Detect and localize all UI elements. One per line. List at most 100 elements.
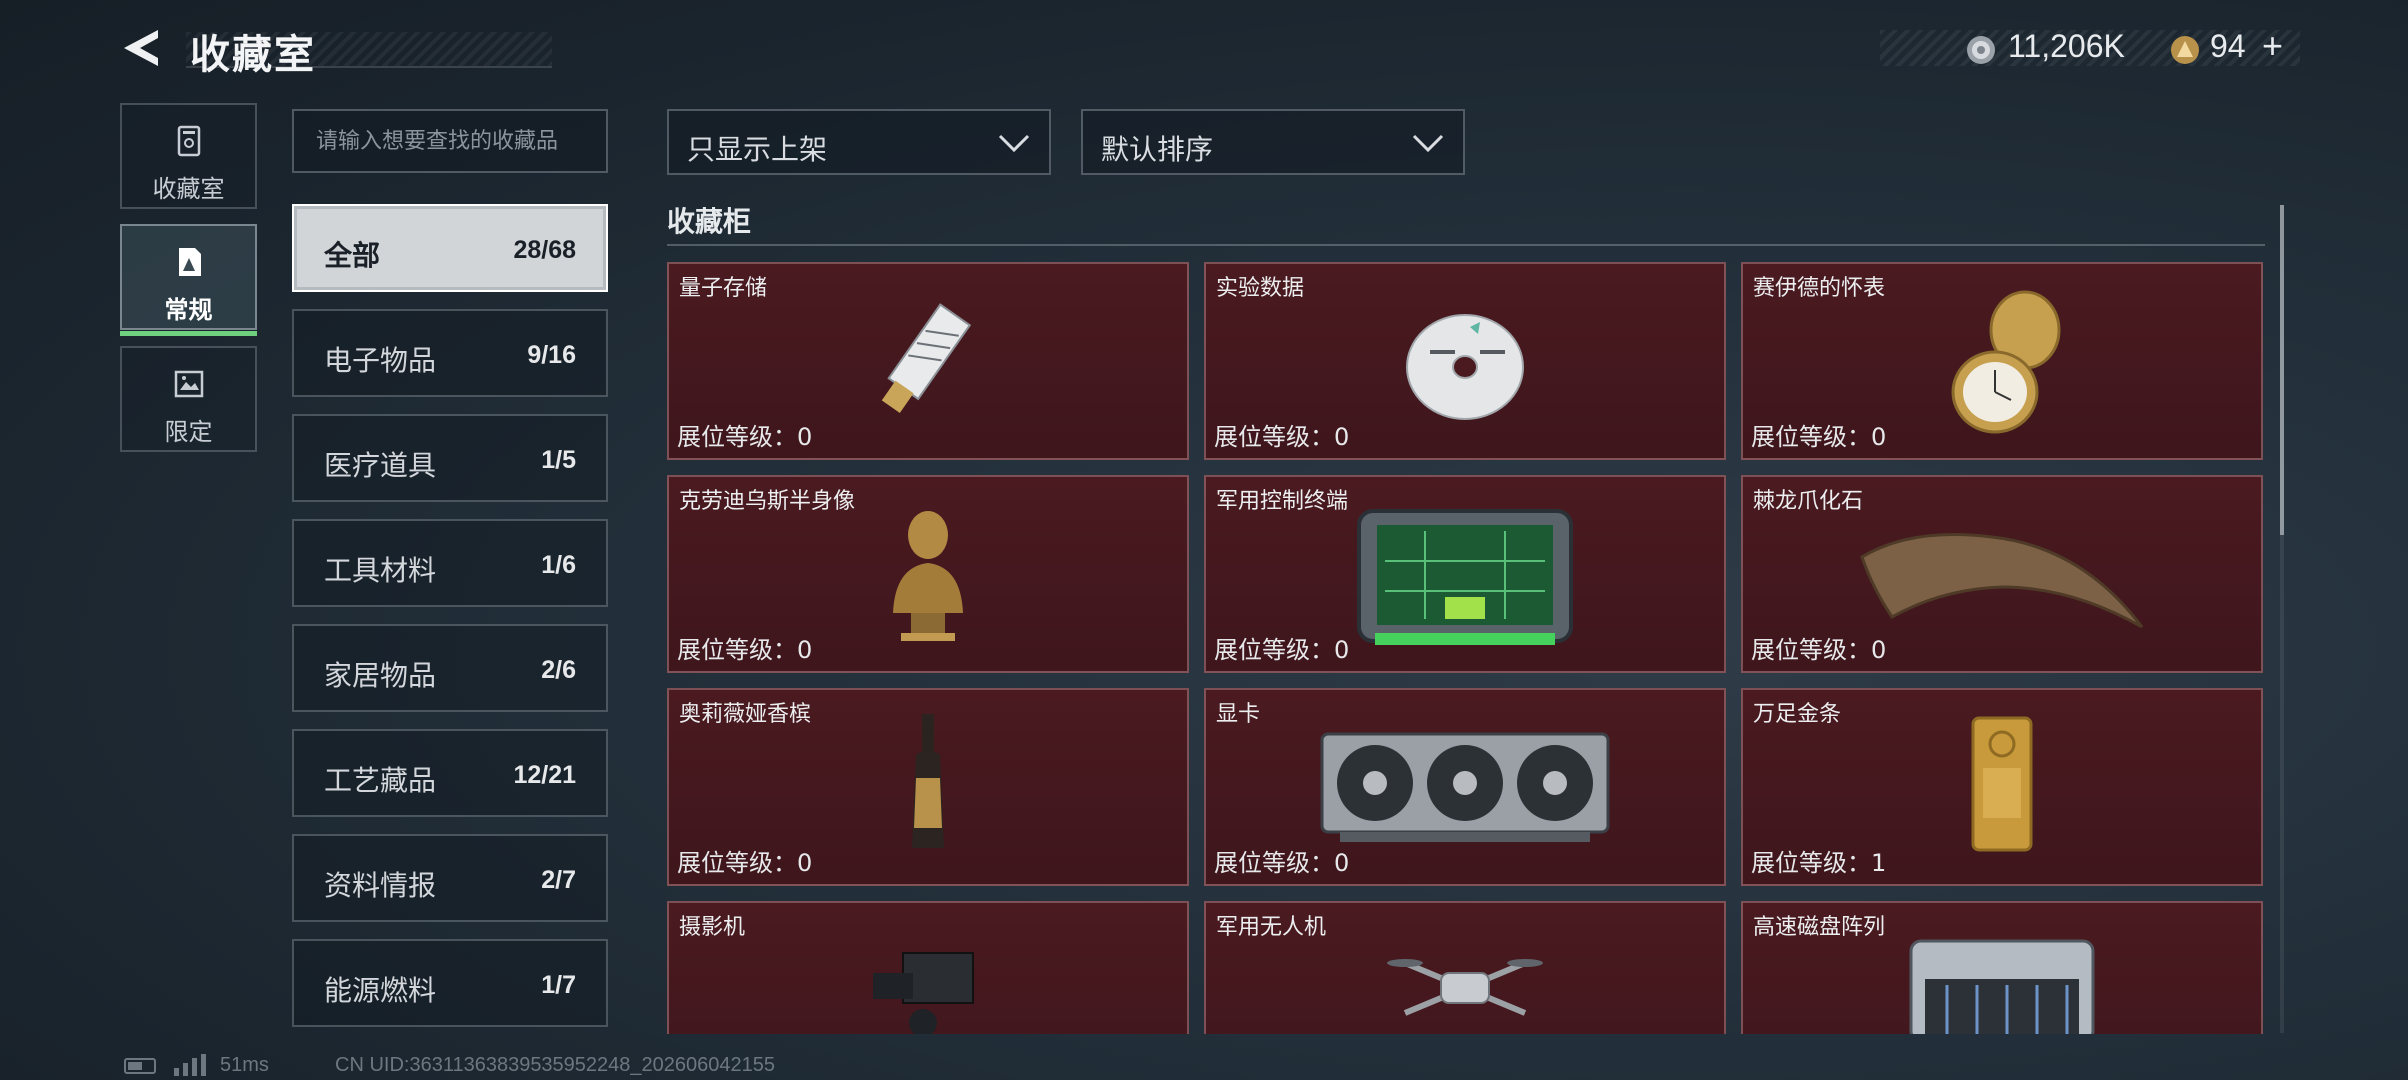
section-divider — [667, 244, 2265, 246]
drone-icon — [1387, 959, 1543, 1016]
level-value: 0 — [1334, 423, 1350, 451]
level-value: 0 — [1334, 849, 1350, 877]
item-card-camera[interactable]: 摄影机 — [667, 901, 1189, 1034]
item-card-military-terminal[interactable]: 军用控制终端 展位等级：0 — [1204, 475, 1726, 673]
category-crafts[interactable]: 工艺藏品 12/21 — [292, 729, 608, 817]
nav-label: 常规 — [164, 296, 213, 324]
category-tools[interactable]: 工具材料 1/6 — [292, 519, 608, 607]
level-prefix: 展位等级： — [1214, 849, 1334, 877]
category-energy[interactable]: 能源燃料 1/7 — [292, 939, 608, 1027]
disc-icon — [1406, 314, 1524, 420]
terminal-icon — [1357, 509, 1573, 645]
uid-text: CN UID:36311363839535952248_202606042155 — [335, 1054, 776, 1076]
display-level: 展位等级：0 — [1214, 417, 1349, 452]
item-card-military-drone[interactable]: 军用无人机 — [1204, 901, 1726, 1034]
category-count: 1/7 — [541, 971, 576, 999]
chevron-down-icon — [1412, 134, 1444, 153]
item-card-quantum-storage[interactable]: 量子存储 展位等级：0 — [667, 262, 1189, 460]
usb-drive-icon — [881, 303, 972, 413]
display-level: 展位等级：0 — [677, 843, 812, 878]
item-name: 奥莉薇娅香槟 — [679, 702, 812, 727]
level-prefix: 展位等级： — [677, 423, 797, 451]
item-name: 量子存储 — [679, 276, 768, 301]
category-medical[interactable]: 医疗道具 1/5 — [292, 414, 608, 502]
category-count: 1/6 — [541, 551, 576, 579]
nav-collection-room[interactable]: 收藏室 — [120, 103, 257, 209]
chevron-down-icon — [998, 134, 1030, 153]
active-indicator — [120, 331, 257, 336]
level-value: 0 — [797, 423, 813, 451]
search-input[interactable] — [294, 111, 606, 171]
category-name: 工艺藏品 — [324, 764, 437, 797]
category-count: 2/6 — [541, 656, 576, 684]
item-card-claudius-bust[interactable]: 克劳迪乌斯半身像 展位等级：0 — [667, 475, 1189, 673]
collection-room-icon — [177, 125, 200, 157]
item-card-pocket-watch[interactable]: 赛伊德的怀表 展位等级：0 — [1741, 262, 2263, 460]
collection-grid: 量子存储 展位等级：0 实验数据 展位等级：0 赛伊德的怀表 展位等级：0 克劳… — [667, 262, 2267, 1034]
ping-value: 51ms — [220, 1054, 269, 1076]
category-intel[interactable]: 资料情报 2/7 — [292, 834, 608, 922]
filter-dropdown[interactable]: 只显示上架 — [667, 109, 1051, 175]
display-level: 展位等级：0 — [677, 630, 812, 665]
category-count: 12/21 — [513, 761, 576, 789]
level-value: 0 — [797, 636, 813, 664]
display-level: 展位等级：0 — [1751, 417, 1886, 452]
gold-currency-value: 94 — [2210, 28, 2246, 64]
category-count: 1/5 — [541, 446, 576, 474]
level-prefix: 展位等级： — [1751, 849, 1871, 877]
category-name: 工具材料 — [324, 554, 437, 587]
item-card-spinosaurus-claw[interactable]: 棘龙爪化石 展位等级：0 — [1741, 475, 2263, 673]
display-level: 展位等级：0 — [1751, 630, 1886, 665]
back-arrow-icon[interactable] — [118, 24, 166, 72]
sort-dropdown[interactable]: 默认排序 — [1081, 109, 1465, 175]
bust-icon — [893, 511, 963, 641]
item-name: 万足金条 — [1753, 702, 1842, 727]
level-prefix: 展位等级： — [1214, 636, 1334, 664]
item-name: 摄影机 — [679, 915, 746, 940]
display-level: 展位等级：0 — [677, 417, 812, 452]
category-name: 资料情报 — [324, 869, 437, 902]
level-value: 0 — [797, 849, 813, 877]
category-electronics[interactable]: 电子物品 9/16 — [292, 309, 608, 397]
champagne-bottle-icon — [912, 714, 944, 848]
item-card-champagne[interactable]: 奥莉薇娅香槟 展位等级：0 — [667, 688, 1189, 886]
section-title: 收藏柜 — [667, 205, 752, 238]
page-title: 收藏室 — [190, 32, 316, 78]
level-prefix: 展位等级： — [1214, 423, 1334, 451]
category-name: 医疗道具 — [324, 449, 437, 482]
item-name: 克劳迪乌斯半身像 — [679, 489, 856, 514]
level-prefix: 展位等级： — [1751, 423, 1871, 451]
item-card-gold-bar[interactable]: 万足金条 展位等级：1 — [1741, 688, 2263, 886]
level-prefix: 展位等级： — [677, 636, 797, 664]
nav-label: 收藏室 — [152, 175, 225, 203]
category-count: 9/16 — [527, 341, 576, 369]
display-level: 展位等级：0 — [1214, 843, 1349, 878]
category-count: 28/68 — [513, 236, 576, 264]
item-card-experiment-data[interactable]: 实验数据 展位等级：0 — [1204, 262, 1726, 460]
item-name: 显卡 — [1216, 702, 1261, 727]
category-name: 家居物品 — [324, 659, 437, 692]
disk-array-icon — [1909, 939, 2095, 1034]
level-value: 0 — [1871, 423, 1887, 451]
camera-icon — [873, 952, 974, 1034]
level-value: 0 — [1871, 636, 1887, 664]
item-card-graphics-card[interactable]: 显卡 展位等级：0 — [1204, 688, 1726, 886]
search-box[interactable] — [292, 109, 608, 173]
category-all[interactable]: 全部 28/68 — [292, 204, 608, 292]
silver-coin-icon — [1967, 36, 1995, 64]
item-card-disk-array[interactable]: 高速磁盘阵列 — [1741, 901, 2263, 1034]
category-household[interactable]: 家居物品 2/6 — [292, 624, 608, 712]
limited-icon — [174, 370, 203, 398]
category-count: 2/7 — [541, 866, 576, 894]
nav-regular[interactable]: 常规 — [120, 224, 257, 336]
item-name: 实验数据 — [1216, 276, 1305, 301]
item-name: 棘龙爪化石 — [1753, 489, 1864, 514]
level-prefix: 展位等级： — [677, 849, 797, 877]
level-value: 0 — [1334, 636, 1350, 664]
nav-limited[interactable]: 限定 — [120, 346, 257, 452]
item-name: 军用无人机 — [1216, 915, 1327, 940]
item-name: 赛伊德的怀表 — [1753, 276, 1886, 301]
item-name: 军用控制终端 — [1216, 489, 1349, 514]
add-currency-button[interactable]: + — [2262, 25, 2283, 67]
scrollbar-thumb[interactable] — [2280, 205, 2284, 535]
